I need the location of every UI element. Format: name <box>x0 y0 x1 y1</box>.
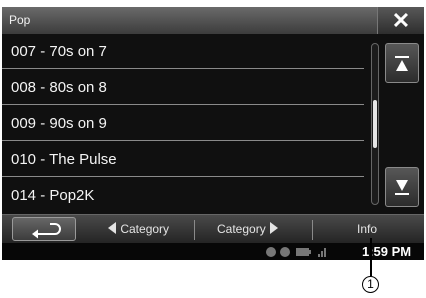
back-button[interactable] <box>12 217 76 241</box>
list-item[interactable]: 008 - 80s on 8 <box>2 70 364 105</box>
page-title: Pop <box>9 13 31 27</box>
scroll-down-button[interactable] <box>385 167 419 207</box>
bluetooth-phone-icon <box>280 247 290 257</box>
divider <box>194 220 195 240</box>
radio-screen: Pop ✕ 007 - 70s on 7 008 - 80s on 8 009 … <box>2 7 424 260</box>
close-icon: ✕ <box>391 8 411 33</box>
station-list: 007 - 70s on 7 008 - 80s on 8 009 - 90s … <box>2 34 366 214</box>
next-category-label: Category <box>217 222 266 236</box>
title-bar: Pop ✕ <box>2 7 424 34</box>
signal-strength-icon <box>318 248 326 257</box>
callout-number: 1 <box>362 276 379 293</box>
list-item[interactable]: 007 - 70s on 7 <box>2 34 364 69</box>
station-label: 008 - 80s on 8 <box>11 79 107 96</box>
list-item[interactable]: 014 - Pop2K <box>2 178 364 213</box>
info-button[interactable]: Info <box>357 215 377 244</box>
prev-category-label: Category <box>120 222 170 236</box>
divider <box>312 220 313 240</box>
scroll-up-button[interactable] <box>385 43 419 83</box>
scrollbar-track[interactable] <box>371 43 379 205</box>
battery-icon <box>296 248 311 256</box>
triangle-left-icon <box>108 222 116 234</box>
station-label: 007 - 70s on 7 <box>11 43 107 60</box>
scroll-up-icon <box>395 56 409 71</box>
bottom-bar: Category Category Info <box>2 214 424 244</box>
next-category-button[interactable]: Category <box>217 215 279 244</box>
back-arrow-icon <box>32 223 61 239</box>
close-button[interactable]: ✕ <box>377 7 424 34</box>
triangle-right-icon <box>270 222 279 234</box>
bluetooth-audio-icon <box>266 247 276 257</box>
station-label: 009 - 90s on 9 <box>11 115 107 132</box>
scroll-down-icon <box>395 180 409 195</box>
list-item[interactable]: 010 - The Pulse <box>2 142 364 177</box>
list-item[interactable]: 009 - 90s on 9 <box>2 106 364 141</box>
status-icons <box>266 247 326 257</box>
status-bar: 1:59 PM <box>2 243 424 260</box>
station-label: 014 - Pop2K <box>11 187 95 204</box>
info-label: Info <box>357 222 378 236</box>
prev-category-button[interactable]: Category <box>107 215 169 244</box>
callout-line <box>370 238 372 276</box>
scrollbar-thumb[interactable] <box>373 100 377 148</box>
station-label: 010 - The Pulse <box>11 151 117 168</box>
